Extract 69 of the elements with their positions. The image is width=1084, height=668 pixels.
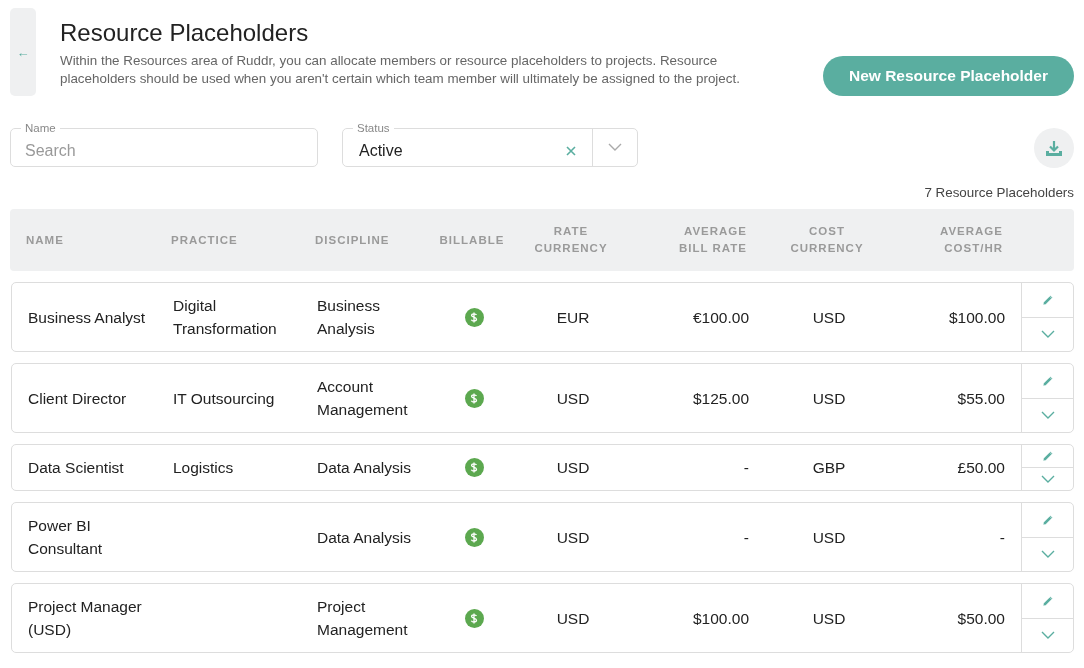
- pencil-icon: [1042, 594, 1054, 607]
- table-cell-text: $55.00: [957, 388, 1005, 409]
- chevron-down-icon: [1041, 411, 1055, 420]
- chevron-down-icon: [1041, 475, 1055, 483]
- table-row[interactable]: Business Analyst Digital Transformation Business Analysis EUR €100.00 USD $100.00: [11, 282, 1074, 352]
- table-cell-text: USD: [556, 527, 590, 548]
- table-cell-text: USD: [812, 608, 846, 629]
- table-cell-text: USD: [556, 458, 590, 478]
- table-cell-text: Client Director: [28, 388, 127, 409]
- table-cell-text: Project Manager (USD): [28, 597, 143, 640]
- table-cell-text: Account Management: [317, 377, 409, 420]
- table-cell-text: Project Management: [317, 597, 409, 640]
- status-select[interactable]: Status Active: [342, 121, 638, 167]
- chevron-down-icon: [1041, 330, 1055, 339]
- table-cell-text: $100.00: [948, 307, 1005, 328]
- column-header: BILLABLE: [439, 232, 505, 248]
- table-cell-text: Data Analysis: [317, 458, 411, 478]
- table-cell-text: EUR: [556, 307, 590, 328]
- column-header: COST CURRENCY: [789, 224, 865, 256]
- table-cell-text: USD: [812, 527, 846, 548]
- page-description: Within the Resources area of Ruddr, you can allocate members or resource placeholders to projects. Resource placeholders should be used when you aren't certain which team member will ultimately be assigned to the project.: [60, 52, 741, 88]
- table-cell-text: USD: [556, 608, 590, 629]
- table-row[interactable]: Power BI Consultant Data Analysis USD - USD -: [11, 502, 1074, 572]
- table-cell-text: USD: [556, 388, 590, 409]
- column-header: PRACTICE: [171, 232, 238, 248]
- table-row[interactable]: Project Manager (USD) Project Management USD $100.00 USD $50.00: [11, 583, 1074, 653]
- download-icon: [1045, 139, 1063, 157]
- table-cell-text: €100.00: [692, 307, 749, 328]
- page-title: Resource Placeholders: [60, 19, 310, 47]
- table-cell-text: -: [743, 527, 749, 548]
- name-search-field[interactable]: Name Search: [10, 121, 318, 167]
- table-cell-text: -: [743, 458, 749, 478]
- table-cell-text: Data Analysis: [317, 527, 411, 548]
- search-input[interactable]: Search: [11, 141, 317, 160]
- chevron-down-icon: [1041, 550, 1055, 559]
- column-header: RATE CURRENCY: [533, 224, 609, 256]
- table-cell-text: Data Scientist: [28, 458, 124, 478]
- table-cell-text: USD: [812, 307, 846, 328]
- column-header: NAME: [26, 232, 64, 248]
- name-label: Name: [24, 121, 57, 135]
- result-count: 7 Resource Placeholders: [924, 185, 1074, 200]
- column-header: AVERAGE COST/HR: [938, 224, 1003, 256]
- column-header: AVERAGE BILL RATE: [678, 224, 747, 256]
- table-cell-text: $125.00: [692, 388, 749, 409]
- table-cell-text: Digital Transformation: [173, 296, 278, 339]
- table-cell-text: Logistics: [173, 458, 234, 478]
- table-cell-text: USD: [812, 388, 846, 409]
- status-label: Status: [356, 121, 391, 135]
- table-cell-text: Power BI Consultant: [28, 516, 104, 559]
- chevron-down-icon: [608, 142, 622, 151]
- clear-icon[interactable]: [566, 145, 576, 156]
- status-value: Active: [358, 141, 404, 160]
- pencil-icon: [1042, 293, 1054, 306]
- table-cell-text: £50.00: [957, 458, 1005, 478]
- column-header: DISCIPLINE: [315, 232, 390, 248]
- table-cell-text: $50.00: [957, 608, 1005, 629]
- table-cell-text: Business Analysis: [317, 296, 381, 339]
- pencil-icon: [1042, 450, 1054, 462]
- pencil-icon: [1042, 513, 1054, 526]
- table-cell-text: GBP: [812, 458, 846, 478]
- table-cell-text: -: [999, 527, 1005, 548]
- chevron-down-icon: [1041, 631, 1055, 640]
- table-row[interactable]: Data Scientist Logistics Data Analysis USD - GBP £50.00: [11, 444, 1074, 491]
- download-button[interactable]: [1034, 128, 1074, 168]
- table-row[interactable]: Client Director IT Outsourcing Account Management USD $125.00 USD $55.00: [11, 363, 1074, 433]
- table-cell-text: $100.00: [692, 608, 749, 629]
- table-cell-text: Business Analyst: [28, 307, 146, 328]
- pencil-icon: [1042, 374, 1054, 387]
- table-cell-text: IT Outsourcing: [173, 388, 275, 409]
